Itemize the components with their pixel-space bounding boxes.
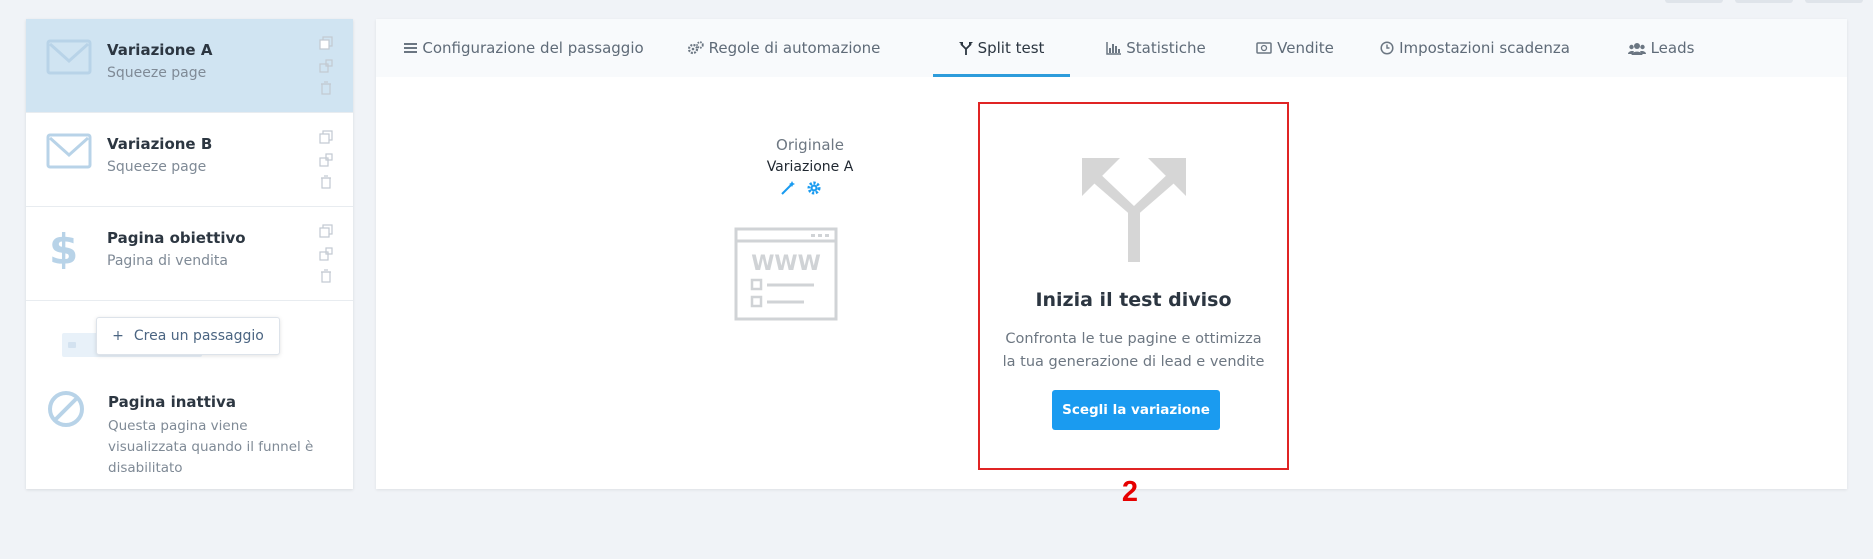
step-title: Variazione A (107, 41, 213, 59)
step-subtitle: Squeeze page (107, 65, 207, 81)
step-title: Variazione B (107, 135, 213, 153)
tab-split-test[interactable]: Split test (933, 19, 1070, 77)
split-test-cta-box: Inizia il test diviso Confronta le tue p… (978, 102, 1289, 470)
inactive-page-description: Questa pagina viene visualizzata quando … (108, 418, 314, 476)
tab-label: Leads (1650, 39, 1695, 57)
tab-statistiche[interactable]: Statistiche (1088, 19, 1224, 77)
tab-label: Vendite (1277, 39, 1334, 57)
tab-label: Configurazione del passaggio (422, 39, 644, 57)
illustration-text: WWW (751, 251, 821, 275)
step-variazione-b[interactable]: Variazione B Squeeze page (26, 113, 353, 207)
ban-icon (48, 391, 84, 427)
step-tabs: Configurazione del passaggio Regole di a… (376, 19, 1847, 77)
duplicate-icon[interactable] (318, 246, 334, 262)
trash-icon[interactable] (318, 80, 334, 96)
magic-wand-icon[interactable] (780, 180, 796, 196)
webpage-illustration: WWW (734, 227, 838, 321)
bar-chart-icon (1106, 41, 1122, 55)
envelope-icon (46, 133, 92, 169)
tab-label: Split test (977, 39, 1045, 57)
tab-impostazioni-scadenza[interactable]: Impostazioni scadenza (1371, 19, 1579, 77)
svg-text:$: $ (49, 225, 78, 269)
toolbar-stub[interactable] (1805, 0, 1863, 3)
toolbar-stub[interactable] (1665, 0, 1723, 3)
trash-icon[interactable] (318, 174, 334, 190)
split-test-description: Confronta le tue pagine e ottimizza la t… (1002, 331, 1265, 370)
clock-icon (1380, 41, 1394, 55)
main-panel: Configurazione del passaggio Regole di a… (376, 19, 1847, 489)
original-variation-name: Variazione A (766, 159, 854, 175)
step-pagina-obiettivo[interactable]: $ Pagina obiettivo Pagina di vendita (26, 207, 353, 301)
step-title: Pagina obiettivo (107, 229, 246, 247)
tab-regole-automazione[interactable]: Regole di automazione (686, 19, 882, 77)
create-step-button[interactable]: + Crea un passaggio (96, 317, 280, 355)
copy-icon[interactable] (318, 223, 334, 239)
tab-configurazione[interactable]: Configurazione del passaggio (404, 19, 644, 77)
gears-icon (687, 41, 704, 55)
original-tools (764, 180, 856, 196)
copy-icon[interactable] (318, 35, 334, 51)
step-subtitle: Squeeze page (107, 159, 207, 175)
split-test-title: Inizia il test diviso (1035, 289, 1232, 311)
tab-leads[interactable]: Leads (1601, 19, 1721, 77)
duplicate-icon[interactable] (318, 152, 334, 168)
choose-variation-button[interactable]: Scegli la variazione (1052, 390, 1220, 430)
trash-icon[interactable] (318, 268, 334, 284)
envelope-icon (46, 39, 92, 75)
step-variazione-a[interactable]: Variazione A Squeeze page (26, 19, 353, 113)
tab-label: Statistiche (1126, 39, 1206, 57)
step-subtitle: Pagina di vendita (107, 253, 228, 269)
inactive-page-title[interactable]: Pagina inattiva (108, 393, 236, 411)
users-icon (1627, 42, 1646, 55)
split-icon (958, 42, 973, 55)
original-label: Originale (776, 136, 844, 154)
tab-label: Impostazioni scadenza (1399, 39, 1570, 57)
funnel-steps-sidebar: Variazione A Squeeze page Variazione B S… (26, 19, 353, 489)
tab-vendite[interactable]: Vendite (1236, 19, 1354, 77)
gear-icon[interactable] (806, 180, 822, 196)
tab-label: Regole di automazione (708, 39, 881, 57)
copy-icon[interactable] (318, 129, 334, 145)
annotation-number: 2 (1121, 476, 1139, 508)
plus-icon: + (112, 328, 124, 344)
create-step-label: Crea un passaggio (133, 328, 264, 344)
split-arrows-icon (1082, 158, 1186, 262)
duplicate-icon[interactable] (318, 58, 334, 74)
toolbar-stub[interactable] (1735, 0, 1793, 3)
dollar-icon: $ (49, 225, 78, 269)
money-icon (1256, 42, 1272, 54)
list-icon (404, 43, 418, 53)
